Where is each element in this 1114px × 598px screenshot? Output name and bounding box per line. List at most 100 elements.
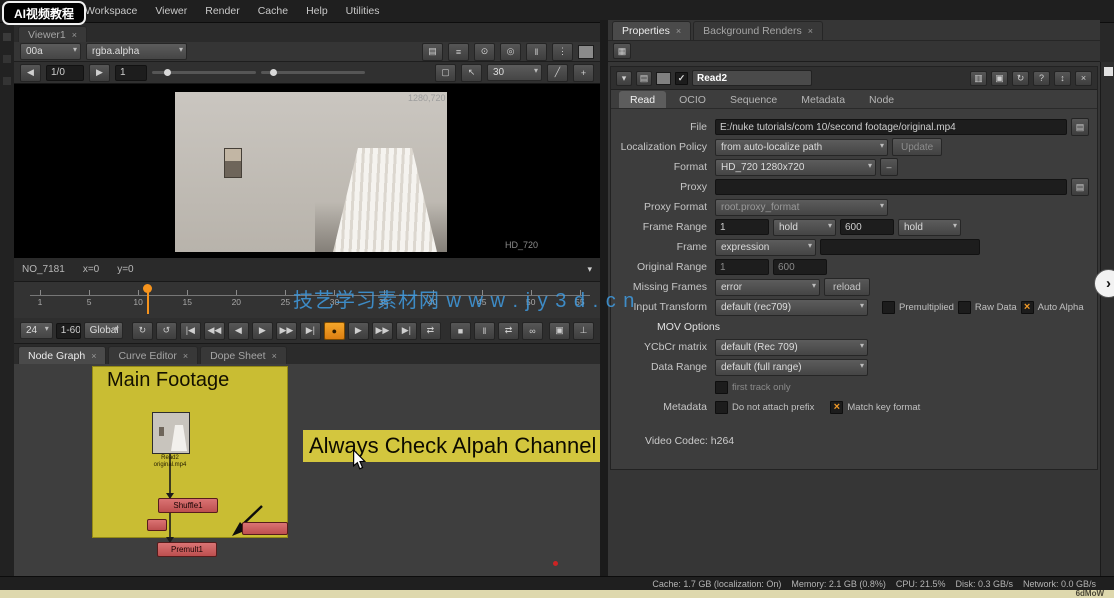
tab-node[interactable]: Node	[858, 91, 905, 108]
node-premult[interactable]: Premult1	[157, 542, 217, 557]
view-range-field[interactable]: 1/0	[46, 65, 84, 81]
playhead-handle[interactable]	[143, 284, 152, 293]
node-name-field[interactable]: Read2	[692, 70, 812, 86]
frame-range-end-mode-dropdown[interactable]: hold	[898, 219, 961, 236]
node-dot[interactable]	[147, 519, 167, 531]
update-button[interactable]: Update	[892, 138, 942, 156]
menu-workspace[interactable]: Workspace	[85, 5, 137, 17]
prev-view-button[interactable]: ◀	[20, 64, 41, 82]
gamma-slider[interactable]	[261, 71, 365, 74]
viewer-layer-dropdown[interactable]: 00a	[20, 43, 81, 60]
frame-range-start-mode-dropdown[interactable]: hold	[773, 219, 836, 236]
close-icon[interactable]: ×	[72, 30, 77, 40]
close-icon[interactable]: ×	[91, 351, 96, 361]
no-prefix-checkbox[interactable]	[715, 401, 728, 414]
infinite-loop-button[interactable]: ∞	[522, 322, 543, 340]
tab-properties[interactable]: Properties ×	[612, 21, 691, 40]
float-panel-icon[interactable]: ▥	[970, 71, 987, 86]
premultiplied-checkbox[interactable]	[882, 301, 895, 314]
range-field[interactable]: 1-600	[56, 323, 81, 339]
play-button[interactable]: ▶	[348, 322, 369, 340]
collapse-panel-icon[interactable]: ▾	[616, 71, 632, 86]
ycbcr-dropdown[interactable]: default (Rec 709)	[715, 339, 868, 356]
raw-data-checkbox[interactable]	[958, 301, 971, 314]
viewer-proxy-icon[interactable]: ⊙	[474, 43, 495, 61]
missing-frames-dropdown[interactable]: error	[715, 279, 820, 296]
fps-dropdown[interactable]: 24	[20, 322, 53, 339]
collapse-strip-icon[interactable]: ▾	[587, 264, 592, 275]
viewer-target-icon[interactable]: ◎	[500, 43, 521, 61]
goto-end-button[interactable]: ▶|	[300, 322, 321, 340]
format-minus-icon[interactable]: –	[880, 158, 898, 176]
fit-viewer-icon[interactable]: ▢	[435, 64, 456, 82]
right-scroll-strip[interactable]	[1100, 62, 1114, 576]
tab-node-graph[interactable]: Node Graph ×	[18, 346, 106, 364]
step-forward-button[interactable]: ▶	[252, 322, 273, 340]
tab-curve-editor[interactable]: Curve Editor ×	[108, 346, 198, 364]
bounce-button[interactable]: ↺	[156, 322, 177, 340]
menu-viewer[interactable]: Viewer	[155, 5, 187, 17]
viewer-list-icon[interactable]: ≡	[448, 43, 469, 61]
resize-icon[interactable]: ↕	[1054, 71, 1071, 86]
stop-button[interactable]: ■	[450, 322, 471, 340]
node-shuffle[interactable]: Shuffle1	[158, 498, 218, 513]
proxy-format-dropdown[interactable]: root.proxy_format	[715, 199, 888, 216]
close-icon[interactable]: ×	[808, 26, 813, 36]
viewer-color-swatch[interactable]	[578, 45, 594, 59]
tab-dope-sheet[interactable]: Dope Sheet ×	[200, 346, 287, 364]
tab-viewer1[interactable]: Viewer1 ×	[18, 26, 87, 43]
loop-button[interactable]: ↻	[132, 322, 153, 340]
prev-keyframe-button[interactable]: ◀◀	[204, 322, 225, 340]
timeline[interactable]: 1 5 10 15 20 25 30 35 40 45 50 55	[14, 282, 600, 319]
fast-forward-button[interactable]: ▶▶	[372, 322, 393, 340]
pick-cursor-icon[interactable]: ↖	[461, 64, 482, 82]
scroll-top-button[interactable]	[1104, 67, 1113, 76]
file-browse-folder-icon[interactable]: ▤	[1071, 118, 1089, 136]
range-mode-dropdown[interactable]: Global	[84, 322, 123, 339]
viewer-image-area[interactable]: 1280,720 HD_720	[14, 84, 600, 258]
proxy-browse-folder-icon[interactable]: ▤	[1071, 178, 1089, 196]
first-track-checkbox[interactable]	[715, 381, 728, 394]
gain-slider[interactable]	[152, 71, 256, 74]
next-view-button[interactable]: ▶	[89, 64, 110, 82]
node-graph[interactable]: Main Footage Read2 original.mp4 Shuffle1…	[14, 364, 600, 576]
tab-metadata[interactable]: Metadata	[790, 91, 856, 108]
node-small[interactable]	[242, 522, 288, 535]
pause-button[interactable]: ‖	[474, 322, 495, 340]
ping-pong-button[interactable]: ⇄	[420, 322, 441, 340]
menu-render[interactable]: Render	[205, 5, 239, 17]
pane-divider[interactable]	[600, 20, 608, 576]
play-to-end-button[interactable]: ▶|	[396, 322, 417, 340]
center-node-icon[interactable]: ▤	[636, 71, 652, 86]
next-keyframe-button[interactable]: ▶▶	[276, 322, 297, 340]
help-icon[interactable]: ?	[1033, 71, 1050, 86]
view-frame-field[interactable]: 1	[115, 65, 147, 81]
menu-cache[interactable]: Cache	[258, 5, 288, 17]
close-panel-icon[interactable]: ×	[1075, 71, 1092, 86]
frame-expression-input[interactable]	[820, 239, 980, 255]
frame-range-start-input[interactable]: 1	[715, 219, 769, 235]
wipe-icon[interactable]: ╱	[547, 64, 568, 82]
viewer-menu-icon[interactable]: ⋮	[552, 43, 573, 61]
auto-alpha-checkbox[interactable]: ×	[1021, 301, 1034, 314]
alpha-warning-note[interactable]: Always Check Alpah Channel	[303, 430, 600, 462]
duplicate-panel-icon[interactable]: ▣	[991, 71, 1008, 86]
node-color-swatch[interactable]	[656, 72, 671, 85]
close-icon[interactable]: ×	[676, 26, 681, 36]
frame-mode-dropdown[interactable]: expression	[715, 239, 816, 256]
menu-utilities[interactable]: Utilities	[346, 5, 380, 17]
viewer-channels-dropdown[interactable]: rgba.alpha	[86, 43, 187, 60]
lock-icon[interactable]: ▣	[549, 322, 570, 340]
proxy-input[interactable]	[715, 179, 1067, 195]
tab-ocio[interactable]: OCIO	[668, 91, 717, 108]
viewer-pause-icon[interactable]: ‖	[526, 43, 547, 61]
format-dropdown[interactable]: HD_720 1280x720	[715, 159, 876, 176]
viewer-stamp-icon[interactable]: ▤	[422, 43, 443, 61]
tab-background-renders[interactable]: Background Renders ×	[693, 21, 823, 40]
step-back-button[interactable]: ◀	[228, 322, 249, 340]
roi-icon[interactable]: +	[573, 64, 594, 82]
frame-range-end-input[interactable]: 600	[840, 219, 894, 235]
menu-help[interactable]: Help	[306, 5, 328, 17]
tab-sequence[interactable]: Sequence	[719, 91, 788, 108]
close-icon[interactable]: ×	[183, 351, 188, 361]
